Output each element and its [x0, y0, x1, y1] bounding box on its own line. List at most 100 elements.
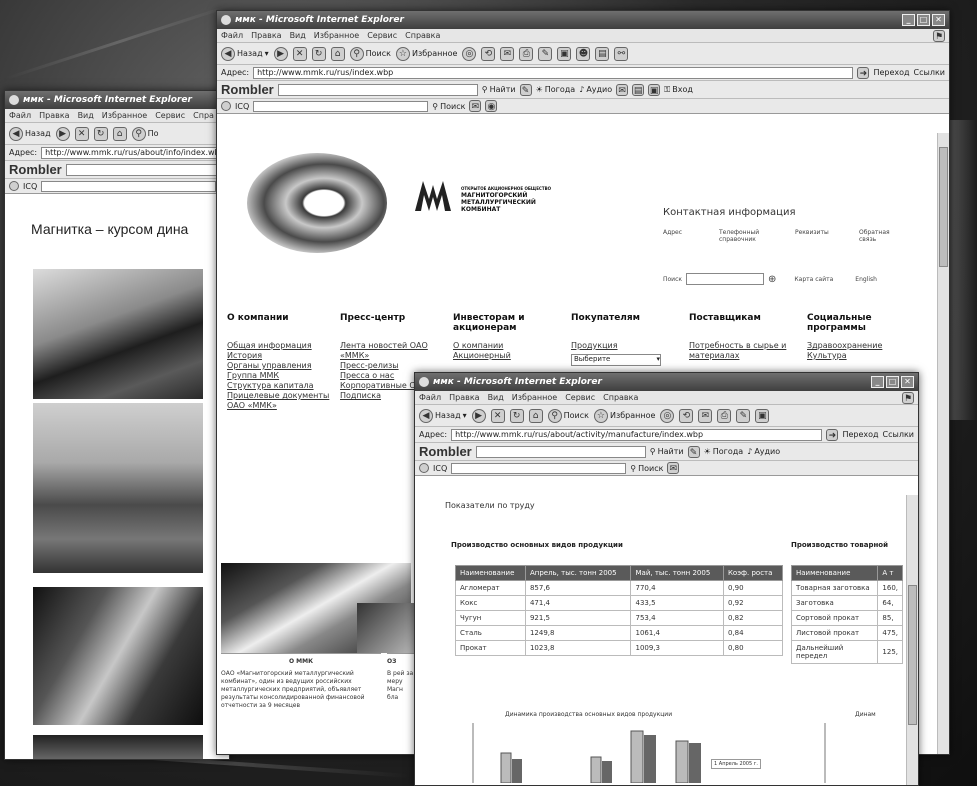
icq-status-icon[interactable]: ◉ — [485, 100, 498, 112]
menu-help[interactable]: Спра — [193, 111, 214, 120]
menu-file[interactable]: Файл — [419, 393, 441, 402]
translate-icon[interactable]: ⚯ — [614, 46, 629, 61]
nav-link[interactable]: Акционерный — [453, 351, 563, 361]
search-button[interactable]: ⚲ По — [131, 126, 159, 141]
minimize-button[interactable]: _ — [871, 376, 884, 388]
refresh-icon[interactable]: ↻ — [93, 126, 108, 141]
rambler-weather[interactable]: ☀ Погода — [536, 85, 576, 94]
nav-link[interactable]: Прицелевые документы ОАО «ММК» — [227, 391, 332, 411]
icq-input[interactable] — [253, 100, 429, 112]
edit-icon[interactable]: ✎ — [736, 408, 751, 423]
rambler-news-icon[interactable]: ▤ — [632, 83, 645, 96]
print-icon[interactable]: ⎙ — [717, 408, 732, 423]
menu-tools[interactable]: Сервис — [565, 393, 595, 402]
home-icon[interactable]: ⌂ — [330, 46, 345, 61]
rambler-audio[interactable]: ♪ Аудио — [579, 85, 612, 94]
messenger-icon[interactable]: ☻ — [576, 46, 591, 61]
nav-link[interactable]: Продукция — [571, 341, 681, 351]
address-input[interactable]: http://www.mmk.ru/rus/index.wbp — [253, 66, 854, 79]
menu-view[interactable]: Вид — [488, 393, 504, 402]
rambler-audio[interactable]: ♪ Аудио — [747, 447, 780, 456]
icq-label[interactable]: ICQ — [235, 102, 249, 111]
minimize-button[interactable]: _ — [902, 14, 915, 26]
site-search-go-icon[interactable]: ⊕ — [768, 274, 776, 285]
menu-favorites[interactable]: Избранное — [314, 31, 359, 40]
back-button[interactable]: ◀ Назад — [9, 126, 51, 141]
menu-file[interactable]: Файл — [9, 111, 31, 120]
maximize-button[interactable]: □ — [917, 14, 930, 26]
contacts-address[interactable]: Адрес — [663, 229, 703, 243]
go-button[interactable]: Переход — [873, 68, 909, 77]
highlight-icon[interactable]: ✎ — [519, 83, 532, 96]
icq-mail-icon[interactable]: ✉ — [667, 462, 680, 474]
icq-input[interactable] — [41, 180, 217, 192]
contacts-feedback[interactable]: Обратная связь — [859, 229, 895, 243]
nav-link[interactable]: Здравоохранение — [807, 341, 917, 351]
close-button[interactable]: ✕ — [901, 376, 914, 388]
close-button[interactable]: ✕ — [932, 14, 945, 26]
search-button[interactable]: ⚲ Поиск — [547, 408, 589, 423]
product-select[interactable]: Выберите ▾ — [571, 354, 661, 366]
menu-tools[interactable]: Сервис — [155, 111, 185, 120]
nav-link[interactable]: Группа ММК — [227, 371, 332, 381]
contacts-details[interactable]: Реквизиты — [795, 229, 843, 243]
nav-link[interactable]: Пресс-релизы — [340, 361, 445, 371]
scroll-thumb[interactable] — [939, 147, 948, 267]
menu-view[interactable]: Вид — [290, 31, 306, 40]
history-icon[interactable]: ⟲ — [481, 46, 496, 61]
stop-icon[interactable]: ✕ — [74, 126, 89, 141]
home-icon[interactable]: ⌂ — [528, 408, 543, 423]
menu-help[interactable]: Справка — [405, 31, 440, 40]
address-input[interactable]: http://www.mmk.ru/rus/about/activity/man… — [451, 428, 823, 441]
menu-edit[interactable]: Правка — [251, 31, 281, 40]
back-button[interactable]: ◀ Назад ▾ — [221, 46, 269, 61]
icq-mail-icon[interactable]: ✉ — [469, 100, 482, 112]
nav-link[interactable]: Потребность в сырье и материалах — [689, 341, 799, 361]
maximize-button[interactable]: □ — [886, 376, 899, 388]
menu-favorites[interactable]: Избранное — [102, 111, 147, 120]
rambler-search-button[interactable]: ⚲ Найти — [650, 447, 684, 456]
rambler-weather[interactable]: ☀ Погода — [704, 447, 744, 456]
rambler-search-button[interactable]: ⚲ Найти — [482, 85, 516, 94]
print-icon[interactable]: ⎙ — [519, 46, 534, 61]
history-icon[interactable]: ⟲ — [679, 408, 694, 423]
sitemap-link[interactable]: Карта сайта — [794, 276, 833, 283]
menu-favorites[interactable]: Избранное — [512, 393, 557, 402]
menu-edit[interactable]: Правка — [449, 393, 479, 402]
nav-link[interactable]: История — [227, 351, 332, 361]
refresh-icon[interactable]: ↻ — [311, 46, 326, 61]
contacts-phonebook[interactable]: Телефонный справочник — [719, 229, 779, 243]
address-input[interactable]: http://www.mmk.ru/rus/about/info/index.w… — [41, 146, 225, 159]
discuss-icon[interactable]: ▣ — [557, 46, 572, 61]
rambler-search-input[interactable] — [277, 83, 478, 96]
icq-input[interactable] — [451, 462, 627, 474]
forward-button[interactable]: ▶ — [273, 46, 288, 61]
menu-edit[interactable]: Правка — [39, 111, 69, 120]
menu-view[interactable]: Вид — [78, 111, 94, 120]
edit-icon[interactable]: ✎ — [538, 46, 553, 61]
english-link[interactable]: English — [855, 276, 877, 283]
nav-link[interactable]: Общая информация — [227, 341, 332, 351]
vertical-scrollbar[interactable] — [937, 133, 949, 754]
icq-search-button[interactable]: ⚲ Поиск — [432, 102, 465, 111]
discuss-icon[interactable]: ▣ — [755, 408, 770, 423]
back-button[interactable]: ◀ Назад ▾ — [419, 408, 467, 423]
vertical-scrollbar[interactable] — [906, 495, 918, 785]
forward-button[interactable]: ▶ — [55, 126, 70, 141]
home-icon[interactable]: ⌂ — [112, 126, 127, 141]
go-button[interactable]: Переход — [842, 430, 878, 439]
rambler-login[interactable]: ⚿ Вход — [664, 85, 693, 95]
refresh-icon[interactable]: ↻ — [509, 408, 524, 423]
mail-icon[interactable]: ✉ — [500, 46, 515, 61]
media-icon[interactable]: ◎ — [660, 408, 675, 423]
mail-icon[interactable]: ✉ — [698, 408, 713, 423]
nav-link[interactable]: Структура капитала — [227, 381, 332, 391]
menu-file[interactable]: Файл — [221, 31, 243, 40]
go-arrow-icon[interactable]: ➜ — [857, 66, 870, 79]
site-search-input[interactable] — [686, 273, 765, 285]
research-icon[interactable]: ▤ — [595, 46, 610, 61]
search-button[interactable]: ⚲ Поиск — [349, 46, 391, 61]
stop-icon[interactable]: ✕ — [490, 408, 505, 423]
rambler-mail-icon[interactable]: ✉ — [616, 83, 629, 96]
menu-help[interactable]: Справка — [603, 393, 638, 402]
